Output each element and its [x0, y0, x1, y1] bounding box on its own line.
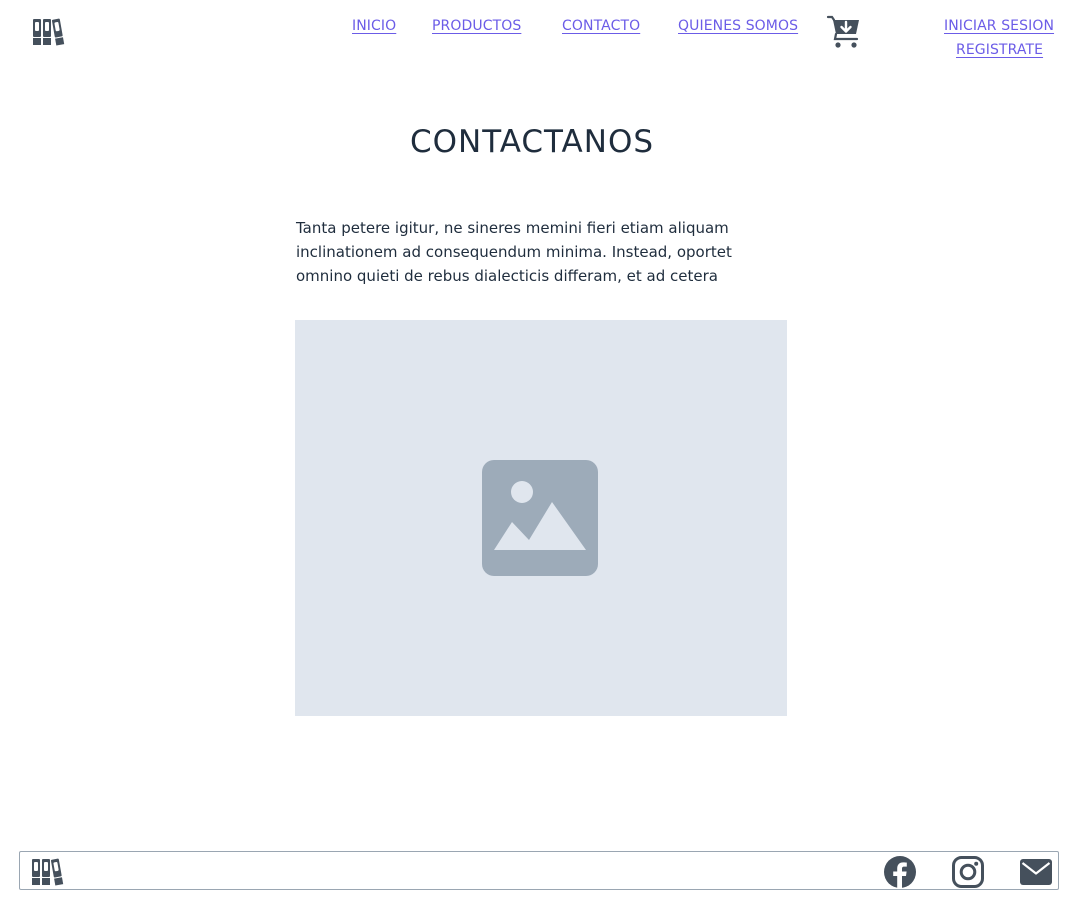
- cart-plus-icon[interactable]: [826, 14, 862, 50]
- nav-contacto-link[interactable]: CONTACTO: [562, 18, 640, 34]
- nav-quienes-somos-link[interactable]: QUIENES SOMOS: [678, 18, 798, 34]
- mail-icon[interactable]: [1019, 855, 1053, 889]
- facebook-icon[interactable]: [883, 855, 917, 889]
- intro-paragraph: Tanta petere igitur, ne sineres memini f…: [296, 219, 732, 285]
- instagram-icon[interactable]: [951, 855, 985, 889]
- image-icon: [482, 460, 598, 576]
- login-link[interactable]: INICIAR SESION: [944, 18, 1054, 34]
- page-title: CONTACTANOS: [409, 124, 655, 160]
- image-placeholder: [295, 320, 787, 716]
- nav-inicio-link[interactable]: INICIO: [352, 18, 396, 34]
- footer-books-icon[interactable]: [31, 857, 65, 887]
- logo-books-icon[interactable]: [32, 17, 66, 47]
- contact-page: INICIO PRODUCTOS CONTACTO QUIENES SOMOS …: [0, 0, 1080, 924]
- register-link[interactable]: REGISTRATE: [956, 42, 1043, 58]
- nav-productos-link[interactable]: PRODUCTOS: [432, 18, 521, 34]
